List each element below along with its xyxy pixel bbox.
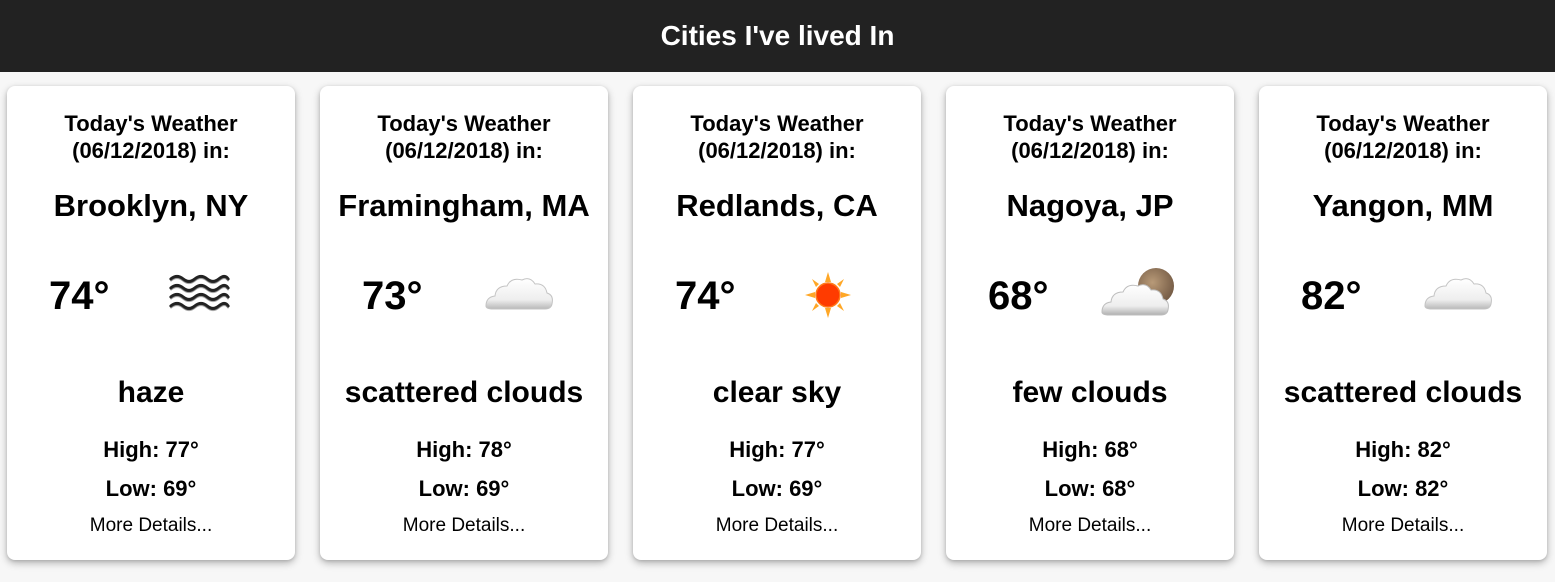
more-details-link[interactable]: More Details... (1259, 515, 1547, 537)
card-heading: Today's Weather (06/12/2018) in: (633, 110, 921, 164)
city-name: Redlands, CA (676, 188, 878, 223)
current-temperature: 74° (675, 274, 736, 318)
page-title: Cities I've lived In (660, 20, 895, 51)
card-heading-line1: Today's Weather (64, 111, 238, 136)
card-heading: Today's Weather (06/12/2018) in: (946, 110, 1234, 164)
more-details-link[interactable]: More Details... (7, 515, 295, 537)
weather-card-redlands: Today's Weather (06/12/2018) in: Redland… (633, 86, 921, 560)
card-heading-line2: (06/12/2018) in: (698, 138, 856, 163)
high-temperature: High: 82° (1355, 437, 1451, 462)
cloud-moon-icon (1096, 260, 1180, 330)
weather-card-yangon: Today's Weather (06/12/2018) in: Yangon,… (1259, 86, 1547, 560)
cloud-icon (476, 260, 560, 330)
card-heading-line1: Today's Weather (690, 111, 864, 136)
current-temperature: 73° (362, 274, 423, 318)
low-temperature: Low: 82° (1357, 476, 1449, 501)
high-temperature: High: 68° (1042, 437, 1138, 462)
more-details-link[interactable]: More Details... (946, 515, 1234, 537)
weather-card-nagoya: Today's Weather (06/12/2018) in: Nagoya,… (946, 86, 1234, 560)
card-heading-line2: (06/12/2018) in: (1011, 138, 1169, 163)
more-details-link[interactable]: More Details... (320, 515, 608, 537)
card-heading: Today's Weather (06/12/2018) in: (1259, 110, 1547, 164)
current-temperature: 68° (988, 274, 1049, 318)
card-heading-line2: (06/12/2018) in: (1324, 138, 1482, 163)
card-heading: Today's Weather (06/12/2018) in: (7, 110, 295, 164)
city-name: Framingham, MA (338, 188, 590, 223)
low-temperature: Low: 69° (731, 476, 823, 501)
weather-description: scattered clouds (344, 376, 584, 409)
weather-description: clear sky (712, 376, 842, 409)
city-cards: Today's Weather (06/12/2018) in: Brookly… (0, 86, 1555, 562)
haze-icon (157, 260, 241, 330)
card-heading-line2: (06/12/2018) in: (385, 138, 543, 163)
weather-card-framingham: Today's Weather (06/12/2018) in: Framing… (320, 86, 608, 560)
low-temperature: Low: 68° (1044, 476, 1136, 501)
weather-description: few clouds (1012, 376, 1168, 409)
city-name: Yangon, MM (1312, 188, 1494, 223)
current-temperature: 82° (1301, 274, 1362, 318)
card-heading-line1: Today's Weather (1003, 111, 1177, 136)
card-heading-line2: (06/12/2018) in: (72, 138, 230, 163)
sun-icon (793, 260, 877, 330)
page-header: Cities I've lived In (0, 0, 1555, 72)
weather-description: haze (117, 376, 185, 409)
high-temperature: High: 77° (729, 437, 825, 462)
low-temperature: Low: 69° (105, 476, 197, 501)
high-temperature: High: 78° (416, 437, 512, 462)
high-temperature: High: 77° (103, 437, 199, 462)
city-name: Brooklyn, NY (53, 188, 249, 223)
city-name: Nagoya, JP (1006, 188, 1174, 223)
more-details-link[interactable]: More Details... (633, 515, 921, 537)
weather-card-brooklyn: Today's Weather (06/12/2018) in: Brookly… (7, 86, 295, 560)
card-heading-line1: Today's Weather (377, 111, 551, 136)
current-temperature: 74° (49, 274, 110, 318)
low-temperature: Low: 69° (418, 476, 510, 501)
weather-description: scattered clouds (1283, 376, 1523, 409)
card-heading: Today's Weather (06/12/2018) in: (320, 110, 608, 164)
card-heading-line1: Today's Weather (1316, 111, 1490, 136)
cloud-icon (1415, 260, 1499, 330)
